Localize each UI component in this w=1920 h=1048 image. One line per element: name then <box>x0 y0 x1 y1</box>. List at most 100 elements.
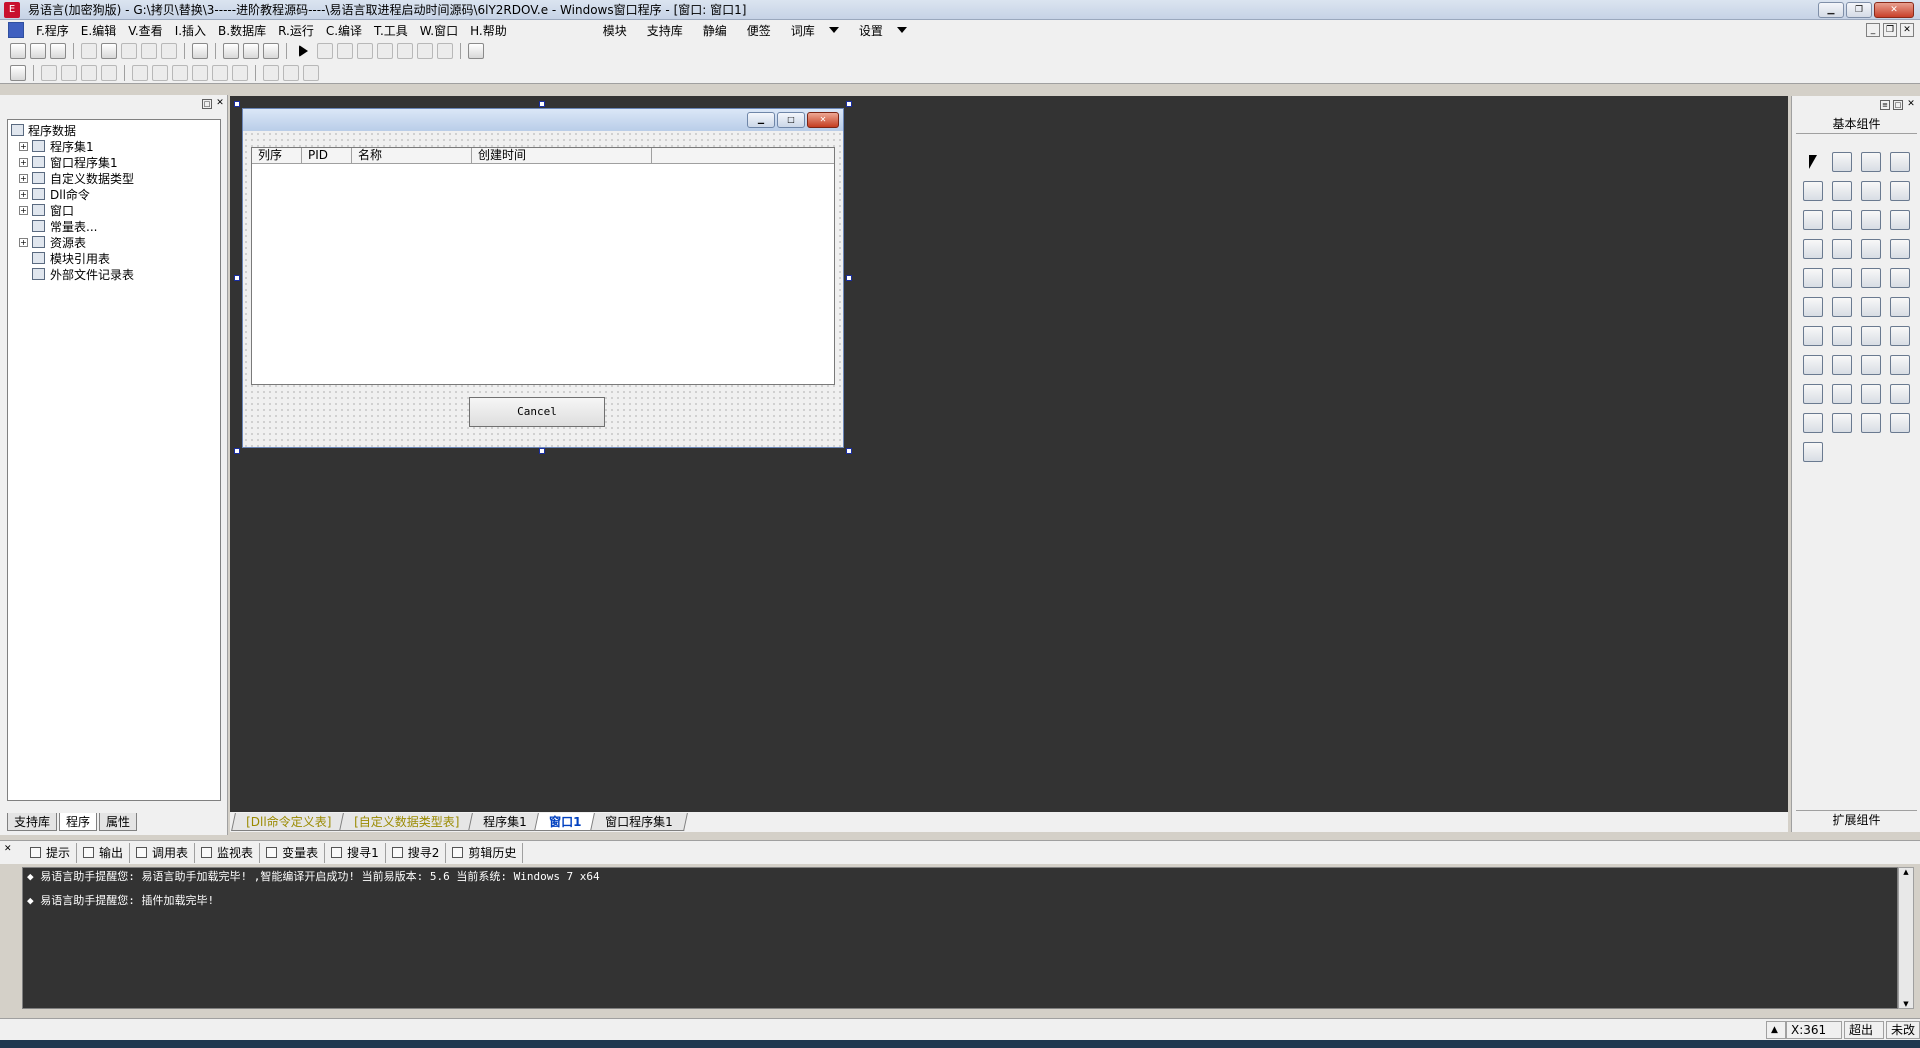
expand-icon[interactable]: + <box>19 205 28 215</box>
menu-program[interactable]: F.程序 <box>30 22 75 39</box>
close-icon[interactable]: ✕ <box>4 845 14 855</box>
hscroll-icon[interactable] <box>1832 239 1852 259</box>
resize-handle[interactable] <box>539 448 545 454</box>
calendar-icon[interactable] <box>1803 297 1823 317</box>
pin-icon[interactable]: □ <box>202 99 212 109</box>
animation-icon[interactable] <box>1890 268 1910 288</box>
pointer-icon[interactable] <box>1803 152 1823 172</box>
checklist-icon[interactable] <box>1803 239 1823 259</box>
table-component-icon[interactable] <box>1890 384 1910 404</box>
checkbox-component-icon[interactable] <box>1803 210 1823 230</box>
tree-item-dll-commands[interactable]: + Dll命令 <box>11 186 217 202</box>
chevron-down-icon[interactable] <box>896 27 907 33</box>
line-component-icon[interactable] <box>1890 181 1910 201</box>
menu-compile[interactable]: C.编译 <box>320 22 368 39</box>
tab-control-icon[interactable] <box>1832 268 1852 288</box>
tab-variables[interactable]: 变量表 <box>260 842 326 863</box>
data-source-icon[interactable] <box>1861 355 1881 375</box>
expand-icon[interactable]: + <box>19 237 28 247</box>
step-out-icon[interactable] <box>377 43 393 59</box>
space-horizontal-icon[interactable] <box>192 64 208 81</box>
scroll-down-icon[interactable]: ▼ <box>1899 1000 1913 1008</box>
text-component-icon[interactable] <box>1861 181 1881 201</box>
same-size-icon[interactable] <box>303 64 319 81</box>
expand-icon[interactable]: + <box>19 173 28 183</box>
resize-handle[interactable] <box>539 101 545 107</box>
resize-handle[interactable] <box>846 448 852 454</box>
expand-icon[interactable]: + <box>19 141 28 151</box>
run-to-cursor-icon[interactable] <box>417 43 433 59</box>
form-close-button[interactable]: ✕ <box>807 112 839 128</box>
center-vertical-icon[interactable] <box>152 64 168 81</box>
tab-window1[interactable]: 窗口1 <box>534 813 597 831</box>
tree-item-constants[interactable]: 常量表... <box>11 218 217 234</box>
printer-icon[interactable] <box>1832 355 1852 375</box>
slider-icon[interactable] <box>1803 268 1823 288</box>
radio-component-icon[interactable] <box>1832 210 1852 230</box>
tab-hint[interactable]: 提示 <box>24 842 78 863</box>
tree-item-custom-types[interactable]: + 自定义数据类型 <box>11 170 217 186</box>
save-icon[interactable] <box>50 43 66 59</box>
tab-properties[interactable]: 属性 <box>99 813 138 831</box>
chart-component-icon[interactable] <box>1861 413 1881 433</box>
vscroll-icon[interactable] <box>1861 239 1881 259</box>
paste-icon[interactable] <box>121 43 137 59</box>
menu-static-compile[interactable]: 静编 <box>693 22 737 39</box>
menu-tools[interactable]: T.工具 <box>368 22 414 39</box>
close-icon[interactable]: ✕ <box>1906 100 1916 110</box>
menu-lexicon[interactable]: 词库 <box>781 22 825 39</box>
align-right-icon[interactable] <box>61 64 77 81</box>
mdi-minimize-button[interactable]: _ <box>1866 23 1880 37</box>
mdi-close-button[interactable]: ✕ <box>1900 23 1914 37</box>
resize-handle[interactable] <box>234 275 240 281</box>
same-height-icon[interactable] <box>283 64 299 81</box>
resize-handle[interactable] <box>846 101 852 107</box>
resize-handle[interactable] <box>234 101 240 107</box>
combo-box-icon[interactable] <box>1861 210 1881 230</box>
tab-call-stack[interactable]: 调用表 <box>130 842 196 863</box>
align-left-icon[interactable] <box>41 64 57 81</box>
mdi-restore-button[interactable]: ❐ <box>1883 23 1897 37</box>
layout-1-icon[interactable] <box>223 43 239 59</box>
layout-2-icon[interactable] <box>243 43 259 59</box>
odbc-provider-icon[interactable] <box>1803 442 1823 462</box>
minimize-button[interactable]: ▁ <box>1818 2 1844 18</box>
menu-help[interactable]: H.帮助 <box>464 22 513 39</box>
menu-notes[interactable]: 便签 <box>737 22 781 39</box>
menu-view[interactable]: V.查看 <box>122 22 168 39</box>
copy-icon[interactable] <box>101 43 117 59</box>
maximize-button[interactable]: ❐ <box>1846 2 1872 18</box>
dialog-icon[interactable] <box>1890 326 1910 346</box>
database-icon[interactable] <box>1832 413 1852 433</box>
folder-box-icon[interactable] <box>1861 297 1881 317</box>
tab-support-lib[interactable]: 支持库 <box>7 813 58 831</box>
same-width-icon[interactable] <box>263 64 279 81</box>
tab-search2[interactable]: 搜寻2 <box>386 842 447 863</box>
tab-clip-history[interactable]: 剪辑历史 <box>446 842 524 863</box>
distribute-icon[interactable] <box>232 64 248 81</box>
form-maximize-button[interactable]: □ <box>777 112 805 128</box>
drive-box-icon[interactable] <box>1832 297 1852 317</box>
form-title-bar[interactable]: ▁ □ ✕ <box>243 109 843 131</box>
process-list-view[interactable]: 列序 PID 名称 创建时间 <box>251 147 835 385</box>
tree-item-window-program-set[interactable]: + 窗口程序集1 <box>11 154 217 170</box>
menu-window[interactable]: W.窗口 <box>414 22 464 39</box>
tab-search1[interactable]: 搜寻1 <box>325 842 386 863</box>
step-icon[interactable] <box>337 43 353 59</box>
output-scrollbar[interactable]: ▲ ▼ <box>1898 867 1914 1009</box>
column-header-name[interactable]: 名称 <box>352 148 472 163</box>
panel-component-icon[interactable] <box>1861 384 1881 404</box>
chevron-down-icon[interactable] <box>828 27 839 33</box>
find-icon[interactable] <box>192 43 208 59</box>
resize-handle[interactable] <box>234 448 240 454</box>
center-horizontal-icon[interactable] <box>132 64 148 81</box>
tab-dll-definitions[interactable]: [Dll命令定义表] <box>231 813 347 831</box>
network-server-icon[interactable] <box>1832 384 1852 404</box>
layout-3-icon[interactable] <box>263 43 279 59</box>
cancel-button[interactable]: Cancel <box>469 397 605 427</box>
close-button[interactable]: ✕ <box>1874 2 1914 18</box>
grid-icon[interactable] <box>10 64 26 81</box>
tab-program-set1[interactable]: 程序集1 <box>467 813 542 831</box>
color-picker-icon[interactable] <box>1803 326 1823 346</box>
tab-watch[interactable]: 监视表 <box>195 842 261 863</box>
